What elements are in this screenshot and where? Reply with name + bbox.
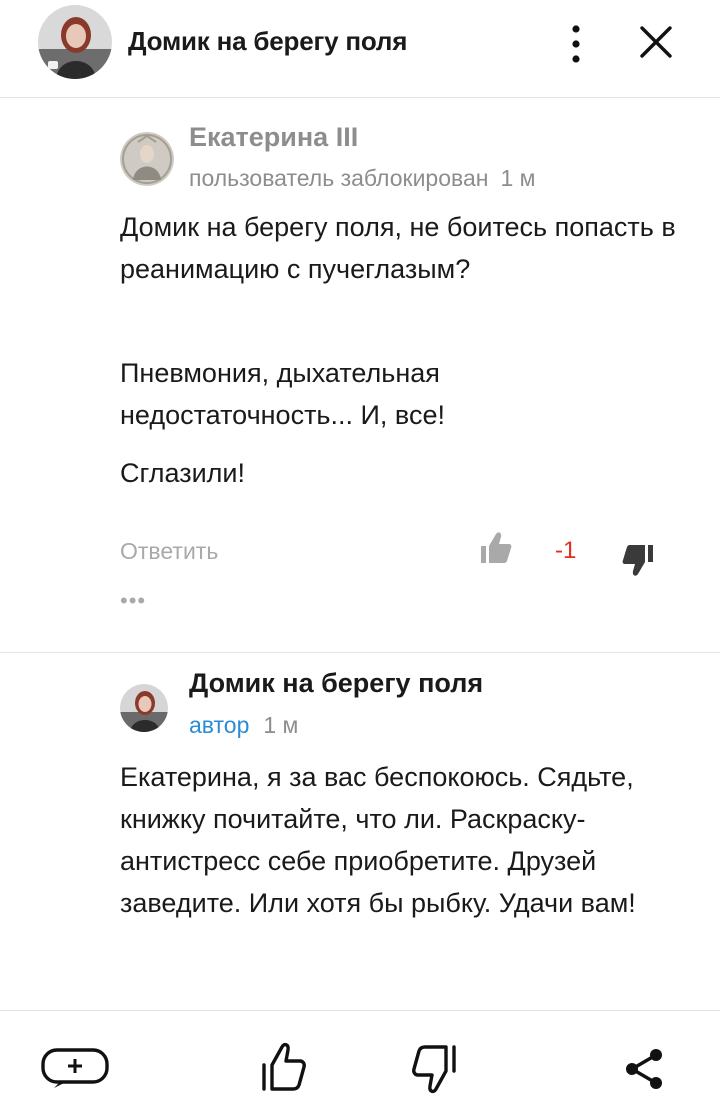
comment-paragraph: Екатерина, я за вас беспокоюсь. Сядьте, … <box>120 762 636 918</box>
comment-paragraph: Сглазили! <box>120 458 246 488</box>
channel-avatar[interactable] <box>38 5 112 79</box>
comment-author[interactable]: Екатерина III <box>189 122 358 153</box>
comment-author[interactable]: Домик на берегу поля <box>189 668 483 699</box>
more-vertical-icon[interactable] <box>562 22 590 66</box>
comment-time: 1 м <box>500 165 536 191</box>
page-title: Домик на берегу поля <box>128 26 408 56</box>
header: Домик на берегу поля <box>0 0 720 98</box>
add-comment-icon[interactable] <box>40 1047 110 1089</box>
bottom-action-bar <box>0 1010 720 1120</box>
close-icon[interactable] <box>636 22 676 62</box>
reply-button[interactable]: Ответить <box>120 538 218 565</box>
thumbs-down-icon[interactable] <box>410 1041 460 1097</box>
more-replies-button[interactable]: ••• <box>120 588 146 614</box>
comment-time: 1 м <box>263 712 299 738</box>
comments-screen: Домик на берегу поля Екатерина III польз… <box>0 0 720 1120</box>
comment-score: -1 <box>555 537 577 564</box>
thumbs-up-icon[interactable] <box>258 1039 308 1095</box>
share-icon[interactable] <box>622 1047 666 1091</box>
divider <box>0 652 720 653</box>
comment-meta: пользователь заблокирован 1 м <box>189 165 535 192</box>
comment-paragraph: Домик на берегу поля, не боитесь попасть… <box>120 212 676 284</box>
thumbs-up-icon[interactable] <box>478 528 514 568</box>
comment-meta: автор 1 м <box>189 712 298 739</box>
thumbs-down-icon[interactable] <box>620 540 656 580</box>
author-badge: автор <box>189 712 250 738</box>
blocked-status: пользователь заблокирован <box>189 165 489 191</box>
comment-paragraph: Пневмония, дыхательная недостаточность..… <box>120 358 445 430</box>
author-avatar[interactable] <box>120 684 168 732</box>
commenter-avatar[interactable] <box>120 132 174 186</box>
